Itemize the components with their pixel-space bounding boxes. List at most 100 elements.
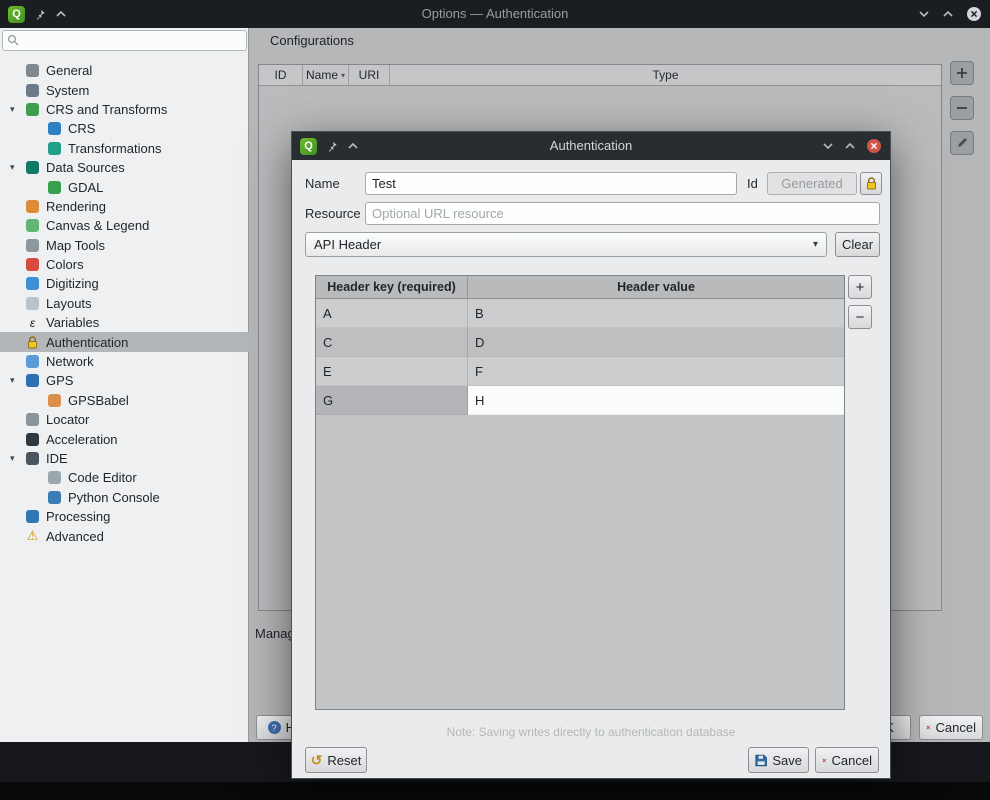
network-icon <box>26 355 39 368</box>
sidebar-item-variables[interactable]: εVariables <box>0 313 249 332</box>
expand-arrow-icon[interactable]: ▾ <box>10 453 26 464</box>
rendering-icon <box>26 200 39 213</box>
desktop-taskbar-strip <box>0 782 990 800</box>
remove-config-button[interactable] <box>950 96 974 120</box>
column-header-key[interactable]: Header key (required) <box>316 276 468 298</box>
sidebar-item-ide[interactable]: ▾IDE <box>0 449 249 468</box>
locator-magnifier-icon <box>26 413 39 426</box>
save-button[interactable]: Save <box>748 747 809 773</box>
configurations-table-header: ID Name▾ URI Type <box>259 65 941 86</box>
shade-chevron-up-icon[interactable] <box>347 142 359 150</box>
close-icon[interactable] <box>966 6 982 22</box>
dialog-cancel-button[interactable]: Cancel <box>815 747 879 773</box>
auth-method-select[interactable]: API Header ▾ <box>305 232 827 257</box>
sidebar-item-rendering[interactable]: Rendering <box>0 197 249 216</box>
expand-arrow-icon[interactable]: ▾ <box>10 375 26 386</box>
options-cancel-button[interactable]: Cancel <box>919 715 983 740</box>
cancel-x-icon <box>822 755 827 766</box>
sidebar-item-network[interactable]: Network <box>0 352 249 371</box>
key-cell[interactable]: A <box>316 299 468 328</box>
column-header-uri[interactable]: URI <box>349 65 390 85</box>
dialog-titlebar: Authentication Q <box>292 132 890 160</box>
value-cell-editing[interactable]: H <box>468 386 844 415</box>
authentication-dialog: Authentication Q Name Id Generated Resou… <box>292 132 890 778</box>
sidebar-item-system[interactable]: System <box>0 80 249 99</box>
add-config-button[interactable] <box>950 61 974 85</box>
sidebar-item-authentication[interactable]: Authentication <box>0 332 249 351</box>
table-row: G H <box>316 386 844 415</box>
lock-button[interactable] <box>860 172 882 195</box>
sidebar-item-advanced[interactable]: ⚠Advanced <box>0 526 249 545</box>
sidebar-item-layouts[interactable]: Layouts <box>0 294 249 313</box>
table-row: A B <box>316 299 844 328</box>
name-label: Name <box>305 172 340 195</box>
sidebar-item-canvas-legend[interactable]: Canvas & Legend <box>0 216 249 235</box>
key-cell[interactable]: G <box>316 386 468 415</box>
sidebar-item-gpsbabel[interactable]: GPSBabel <box>0 391 249 410</box>
expand-arrow-icon[interactable]: ▾ <box>10 162 26 173</box>
digitizing-icon <box>26 277 39 290</box>
help-icon: ? <box>268 721 281 734</box>
edit-config-button[interactable] <box>950 131 974 155</box>
key-cell[interactable]: E <box>316 357 468 386</box>
name-input[interactable] <box>365 172 737 195</box>
close-icon[interactable] <box>866 138 882 154</box>
shade-chevron-up-icon[interactable] <box>55 10 67 18</box>
reset-icon: ↺ <box>311 752 323 769</box>
dialog-titlebar-left-icons: Q <box>300 132 359 160</box>
expand-arrow-icon[interactable]: ▾ <box>10 104 26 115</box>
sidebar-item-processing[interactable]: Processing <box>0 507 249 526</box>
resource-input[interactable] <box>365 202 880 225</box>
chevron-down-icon[interactable] <box>822 142 834 150</box>
code-editor-icon <box>48 471 61 484</box>
generated-id-button[interactable]: Generated <box>767 172 857 195</box>
sidebar-item-gps[interactable]: ▾GPS <box>0 371 249 390</box>
sidebar-item-code-editor[interactable]: Code Editor <box>0 468 249 487</box>
titlebar-left-icons: Q <box>8 0 67 28</box>
value-cell[interactable]: D <box>468 328 844 357</box>
gdal-icon <box>48 181 61 194</box>
system-icon <box>26 84 39 97</box>
chevron-down-icon[interactable] <box>918 10 930 18</box>
sidebar-item-general[interactable]: General <box>0 61 249 80</box>
layouts-icon <box>26 297 39 310</box>
column-header-id[interactable]: ID <box>259 65 303 85</box>
sidebar-item-map-tools[interactable]: Map Tools <box>0 236 249 255</box>
lock-icon <box>26 336 39 349</box>
sidebar-item-transformations[interactable]: Transformations <box>0 139 249 158</box>
sidebar-item-locator[interactable]: Locator <box>0 410 249 429</box>
column-header-value[interactable]: Header value <box>468 276 844 298</box>
search-input[interactable] <box>2 30 247 51</box>
value-cell[interactable]: B <box>468 299 844 328</box>
sidebar-item-colors[interactable]: Colors <box>0 255 249 274</box>
chevron-up-icon[interactable] <box>844 142 856 150</box>
sidebar-item-gdal[interactable]: GDAL <box>0 177 249 196</box>
add-header-button[interactable]: + <box>848 275 872 299</box>
auth-method-value: API Header <box>314 237 381 252</box>
map-tools-icon <box>26 239 39 252</box>
sidebar-item-digitizing[interactable]: Digitizing <box>0 274 249 293</box>
id-label: Id <box>747 172 758 195</box>
column-header-type[interactable]: Type <box>390 65 941 85</box>
sidebar-item-python-console[interactable]: Python Console <box>0 488 249 507</box>
sidebar-item-data-sources[interactable]: ▾Data Sources <box>0 158 249 177</box>
key-cell[interactable]: C <box>316 328 468 357</box>
pin-icon[interactable] <box>326 140 338 153</box>
header-table: Header key (required) Header value A B C… <box>315 275 845 710</box>
processing-gear-icon <box>26 510 39 523</box>
desktop: Options — Authentication Q <box>0 0 990 800</box>
sidebar-item-crs-and-transforms[interactable]: ▾CRS and Transforms <box>0 100 249 119</box>
chevron-up-icon[interactable] <box>942 10 954 18</box>
sidebar-item-acceleration[interactable]: Acceleration <box>0 429 249 448</box>
value-cell[interactable]: F <box>468 357 844 386</box>
sidebar-item-crs[interactable]: CRS <box>0 119 249 138</box>
remove-header-button[interactable]: − <box>848 305 872 329</box>
sort-indicator-icon: ▾ <box>341 71 345 80</box>
pin-icon[interactable] <box>34 8 46 21</box>
gps-icon <box>26 374 39 387</box>
dialog-titlebar-right-icons <box>822 132 882 160</box>
reset-button[interactable]: ↺Reset <box>305 747 367 773</box>
canvas-legend-icon <box>26 219 39 232</box>
column-header-name[interactable]: Name▾ <box>303 65 349 85</box>
clear-button[interactable]: Clear <box>835 232 880 257</box>
